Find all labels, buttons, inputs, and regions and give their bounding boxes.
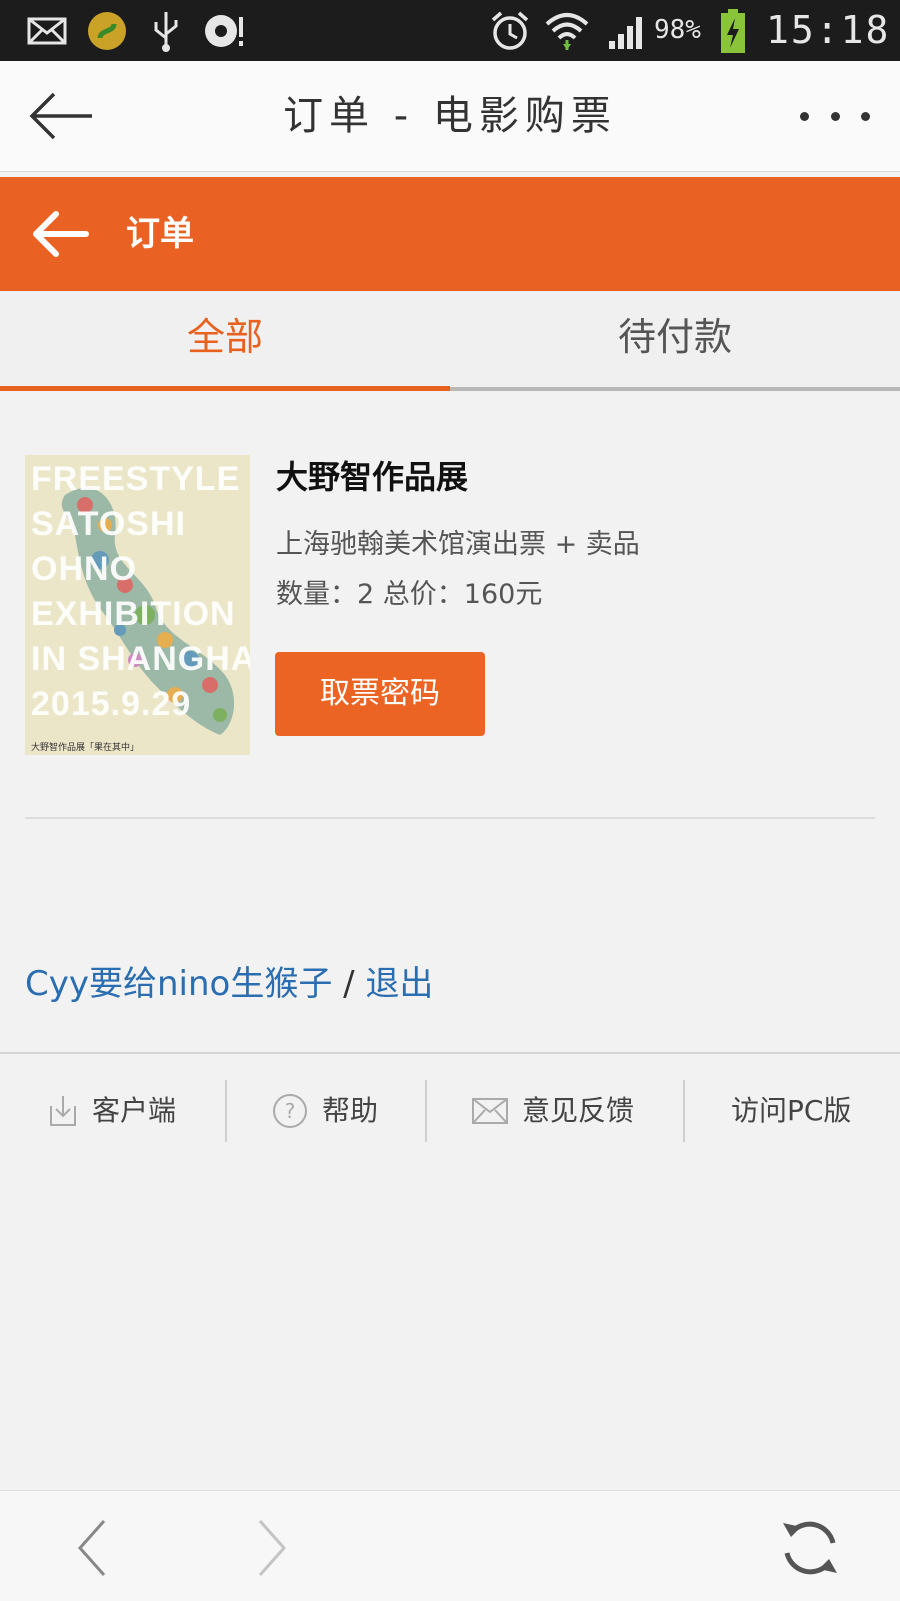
status-bar: 98% 15:18 xyxy=(0,0,900,61)
feedback-label: 意见反馈 xyxy=(522,1094,635,1127)
tab-all[interactable]: 全部 xyxy=(0,291,450,391)
quantity-value: 2 xyxy=(357,579,375,610)
tab-pending-underline xyxy=(450,387,900,391)
event-title[interactable]: 大野智作品展 xyxy=(276,455,468,499)
poster-text: FREESTYLE SATOSHI OHNO EXHIBITION IN SHA… xyxy=(31,460,250,723)
signal-icon xyxy=(606,0,650,61)
music-app-icon xyxy=(86,0,128,61)
tab-all-label: 全部 xyxy=(186,315,263,359)
event-venue: 上海驰翰美术馆演出票 + 卖品 xyxy=(276,529,640,560)
client-app-link[interactable]: 客户端 xyxy=(48,1080,176,1142)
user-separator: / xyxy=(332,964,366,1004)
site-header-title: 订单 xyxy=(126,214,194,254)
mail-icon xyxy=(472,1098,508,1124)
alarm-icon xyxy=(488,0,532,61)
logout-link[interactable]: 退出 xyxy=(365,964,433,1004)
ticket-code-button[interactable]: 取票密码 xyxy=(275,652,485,736)
help-label: 帮助 xyxy=(322,1094,379,1127)
order-summary: 数量：2 总价：160元 xyxy=(276,575,542,615)
chevron-right-icon[interactable] xyxy=(236,1513,306,1583)
order-tabs: 全部 待付款 xyxy=(0,291,900,391)
app-bar: 订单 - 电影购票 xyxy=(0,61,900,172)
wifi-icon xyxy=(544,0,590,61)
username-link[interactable]: Cyy要给nino生猴子 xyxy=(25,964,332,1004)
mail-icon xyxy=(26,0,68,61)
clock: 15:18 xyxy=(766,8,891,52)
feedback-link[interactable]: 意见反馈 xyxy=(472,1080,634,1142)
pc-version-link[interactable]: 访问PC版 xyxy=(731,1080,851,1142)
event-poster[interactable]: FREESTYLE SATOSHI OHNO EXHIBITION IN SHA… xyxy=(25,455,250,755)
help-link[interactable]: ? 帮助 xyxy=(272,1080,378,1142)
tab-pending-label: 待付款 xyxy=(617,315,732,359)
download-icon xyxy=(50,1096,76,1126)
total-value: 160元 xyxy=(463,579,543,610)
site-header: 订单 xyxy=(0,177,900,291)
poster-caption: 大野智作品展「果在其中」 xyxy=(31,743,140,753)
footer-divider xyxy=(0,1052,900,1054)
tab-all-underline xyxy=(0,386,450,391)
browser-bar xyxy=(0,1490,900,1601)
divider xyxy=(25,817,875,819)
client-app-label: 客户端 xyxy=(92,1094,177,1127)
footer-separator xyxy=(683,1080,685,1142)
alert-icon xyxy=(200,0,248,61)
quantity-label: 数量： xyxy=(276,579,357,610)
footer-separator xyxy=(225,1080,227,1142)
battery-percent: 98% xyxy=(654,15,701,45)
total-label: 总价： xyxy=(382,579,464,610)
usb-icon xyxy=(148,0,184,61)
pc-version-label: 访问PC版 xyxy=(731,1094,852,1127)
tab-pending-payment[interactable]: 待付款 xyxy=(450,291,900,391)
battery-icon xyxy=(718,0,748,61)
site-back-button[interactable] xyxy=(30,211,90,257)
chevron-left-icon[interactable] xyxy=(58,1513,128,1583)
footer-separator xyxy=(425,1080,427,1142)
refresh-icon[interactable] xyxy=(775,1513,845,1583)
help-icon: ? xyxy=(273,1094,307,1128)
more-dots-icon[interactable] xyxy=(800,91,870,141)
user-line: Cyy要给nino生猴子 / 退出 xyxy=(25,960,433,1008)
app-title: 订单 - 电影购票 xyxy=(283,93,617,139)
svg-text:?: ? xyxy=(285,1099,296,1123)
